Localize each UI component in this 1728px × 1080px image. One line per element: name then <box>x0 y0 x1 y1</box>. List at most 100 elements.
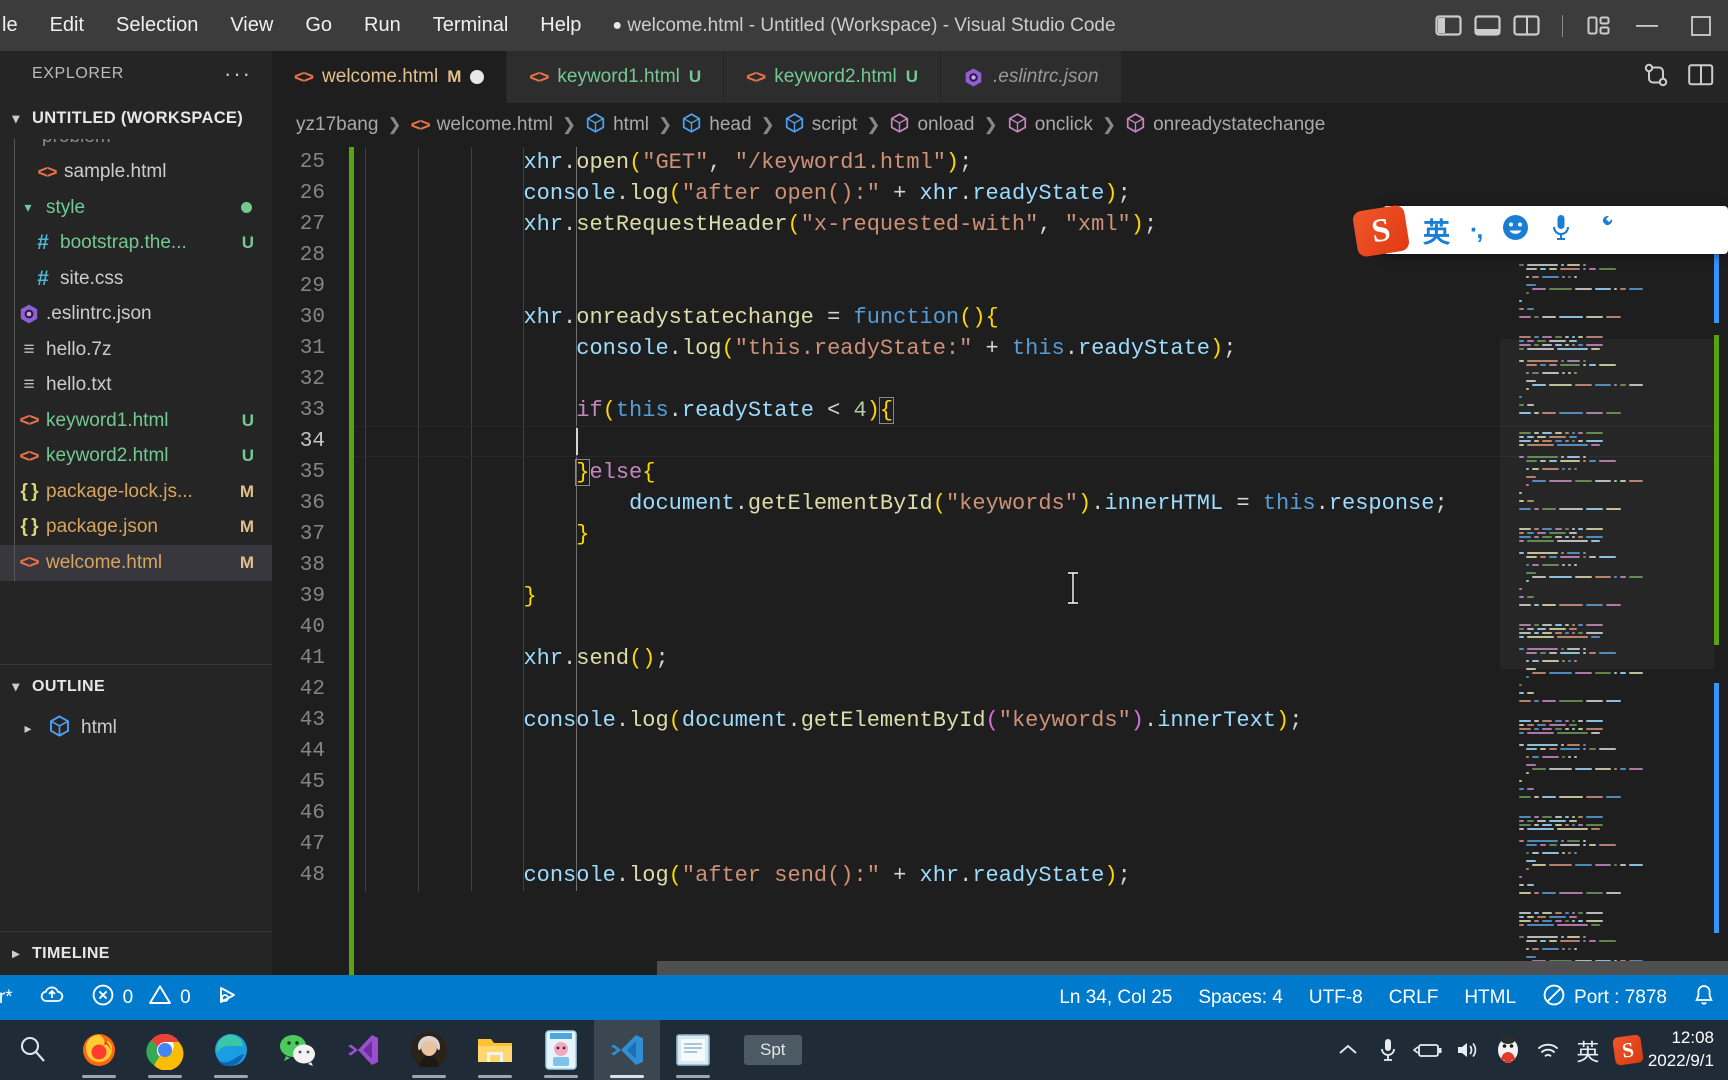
breadcrumb-item-folder[interactable]: yz17bang <box>296 114 378 136</box>
breadcrumb[interactable]: yz17bang ❯ <> welcome.html ❯ html ❯ head… <box>272 103 1728 147</box>
more-actions-icon[interactable]: ··· <box>224 61 252 87</box>
code-line[interactable]: 25 xhr.open("GET", "/keyword1.html"); <box>272 147 1728 178</box>
menu-edit[interactable]: Edit <box>34 10 100 41</box>
menu-help[interactable]: Help <box>524 10 597 41</box>
outline-section-header[interactable]: ▾ OUTLINE <box>0 664 272 708</box>
status-indentation[interactable]: Spaces: 4 <box>1185 975 1296 1020</box>
scrollbar-thumb[interactable] <box>657 961 1728 975</box>
breadcrumb-item-onclick[interactable]: onclick <box>1007 112 1093 139</box>
chevron-down-icon[interactable]: ▾ <box>18 199 38 216</box>
visual-studio-icon[interactable] <box>330 1020 396 1080</box>
edge-icon[interactable] <box>198 1020 264 1080</box>
list-item[interactable]: <> keyword2.html U <box>0 439 272 475</box>
vscode-icon[interactable] <box>594 1020 660 1080</box>
toggle-panel-icon[interactable] <box>1474 14 1501 37</box>
dirty-indicator-icon[interactable] <box>470 70 485 84</box>
minimap-viewport-slider[interactable] <box>1500 339 1714 669</box>
status-language-mode[interactable]: HTML <box>1451 975 1529 1020</box>
toggle-primary-sidebar-icon[interactable] <box>1435 14 1462 37</box>
code-text[interactable]: xhr.open("GET", "/keyword1.html"); <box>349 147 1728 178</box>
avatar-icon[interactable] <box>396 1020 462 1080</box>
sogou-icon[interactable]: S <box>1351 204 1411 258</box>
menu-file[interactable]: le <box>0 10 34 41</box>
list-item[interactable]: ▾ style <box>0 190 272 226</box>
list-item[interactable]: <> sample.html <box>0 155 272 191</box>
menu-view[interactable]: View <box>214 10 289 41</box>
chevron-down-icon[interactable]: ▾ <box>6 678 26 695</box>
minimize-button[interactable] <box>1620 0 1674 51</box>
chevron-down-icon[interactable]: ▾ <box>6 110 26 127</box>
chevron-up-icon[interactable] <box>1328 1020 1368 1080</box>
qq-icon[interactable] <box>1488 1020 1528 1080</box>
firefox-icon[interactable] <box>66 1020 132 1080</box>
status-errors[interactable]: 0 <box>78 975 147 1020</box>
status-encoding[interactable]: UTF-8 <box>1296 975 1376 1020</box>
list-item[interactable]: <> welcome.html M <box>0 545 272 581</box>
status-branch[interactable]: ter* <box>0 975 26 1020</box>
code-editor[interactable]: 25 xhr.open("GET", "/keyword1.html"); 26 … <box>272 147 1728 975</box>
minimap[interactable] <box>1500 243 1714 975</box>
list-item[interactable]: ≡ hello.txt <box>0 368 272 404</box>
ime-lang-icon[interactable]: 英 <box>1568 1020 1608 1080</box>
tab-keyword1-html[interactable]: <> keyword1.html U <box>507 51 725 103</box>
chevron-right-icon[interactable]: ▸ <box>18 720 38 737</box>
tab-welcome-html[interactable]: <> welcome.html M <box>272 51 508 103</box>
battery-icon[interactable] <box>1408 1020 1448 1080</box>
taskbar-task-label[interactable]: Spt <box>726 1020 820 1080</box>
chevron-right-icon[interactable]: ▸ <box>6 945 26 962</box>
app-icon[interactable] <box>528 1020 594 1080</box>
volume-icon[interactable] <box>1448 1020 1488 1080</box>
toggle-secondary-sidebar-icon[interactable] <box>1513 14 1540 37</box>
breadcrumb-item-onload[interactable]: onload <box>889 112 975 139</box>
outline-item-html[interactable]: ▸ html <box>0 708 272 748</box>
list-item[interactable]: # site.css <box>0 261 272 297</box>
timeline-section-header[interactable]: ▸ TIMELINE <box>0 931 272 975</box>
wechat-icon[interactable] <box>264 1020 330 1080</box>
breadcrumb-item-head[interactable]: head <box>681 112 752 139</box>
breadcrumb-item-html[interactable]: html <box>585 112 649 139</box>
source-control-graph-icon[interactable] <box>1642 62 1670 93</box>
code-line[interactable]: 26 console.log("after open():" + xhr.rea… <box>272 178 1728 209</box>
list-item[interactable]: { } package.json M <box>0 510 272 546</box>
workspace-root-row[interactable]: ▾ UNTITLED (WORKSPACE) <box>0 97 272 139</box>
status-ports[interactable] <box>204 975 256 1020</box>
status-port[interactable]: Port : 7878 <box>1529 975 1680 1020</box>
ime-lang-toggle[interactable]: 英 <box>1423 211 1450 250</box>
menu-run[interactable]: Run <box>348 10 417 41</box>
list-item[interactable]: { } package-lock.js... M <box>0 474 272 510</box>
menu-selection[interactable]: Selection <box>100 10 214 41</box>
search-icon[interactable] <box>0 1020 66 1080</box>
status-eol[interactable]: CRLF <box>1376 975 1452 1020</box>
tab-keyword2-html[interactable]: <> keyword2.html U <box>724 51 941 103</box>
status-line-col[interactable]: Ln 34, Col 25 <box>1046 975 1185 1020</box>
status-sync[interactable] <box>26 975 78 1020</box>
tab-eslintrc-json[interactable]: .eslintrc.json <box>940 51 1122 103</box>
menu-go[interactable]: Go <box>289 10 348 41</box>
microphone-icon[interactable] <box>1550 213 1572 247</box>
punctuation-icon[interactable]: ·, <box>1470 216 1483 245</box>
file-explorer-icon[interactable] <box>462 1020 528 1080</box>
breadcrumb-item-script[interactable]: script <box>784 112 857 139</box>
maximize-button[interactable] <box>1674 0 1728 51</box>
notepad-icon[interactable] <box>660 1020 726 1080</box>
list-item[interactable]: .eslintrc.json <box>0 297 272 333</box>
emoji-icon[interactable] <box>1501 213 1530 247</box>
clock[interactable]: 12:08 2022/9/1 <box>1648 1027 1722 1073</box>
status-notifications[interactable] <box>1680 975 1728 1020</box>
microphone-icon[interactable] <box>1368 1020 1408 1080</box>
file-tree[interactable]: problem <> sample.html ▾ style # bootstr… <box>0 139 272 626</box>
split-editor-icon[interactable] <box>1688 63 1714 92</box>
code-text[interactable]: console.log("after open():" + xhr.readyS… <box>349 178 1728 209</box>
sogou-ime-bar[interactable]: S 英 ·, <box>1351 204 1728 258</box>
status-warnings[interactable]: 0 <box>146 975 204 1020</box>
list-item[interactable]: ≡ hello.7z <box>0 332 272 368</box>
list-item[interactable]: # bootstrap.the... U <box>0 226 272 262</box>
customize-layout-icon[interactable] <box>1585 14 1612 37</box>
list-item[interactable]: <> keyword1.html U <box>0 403 272 439</box>
breadcrumb-item-file[interactable]: <> welcome.html <box>411 114 553 136</box>
menu-terminal[interactable]: Terminal <box>417 10 525 41</box>
breadcrumb-item-onreadystatechange[interactable]: onreadystatechange <box>1125 112 1325 139</box>
wifi-icon[interactable] <box>1528 1020 1568 1080</box>
sogou-icon[interactable]: S <box>1608 1020 1648 1080</box>
toolbox-icon[interactable] <box>1592 215 1618 246</box>
